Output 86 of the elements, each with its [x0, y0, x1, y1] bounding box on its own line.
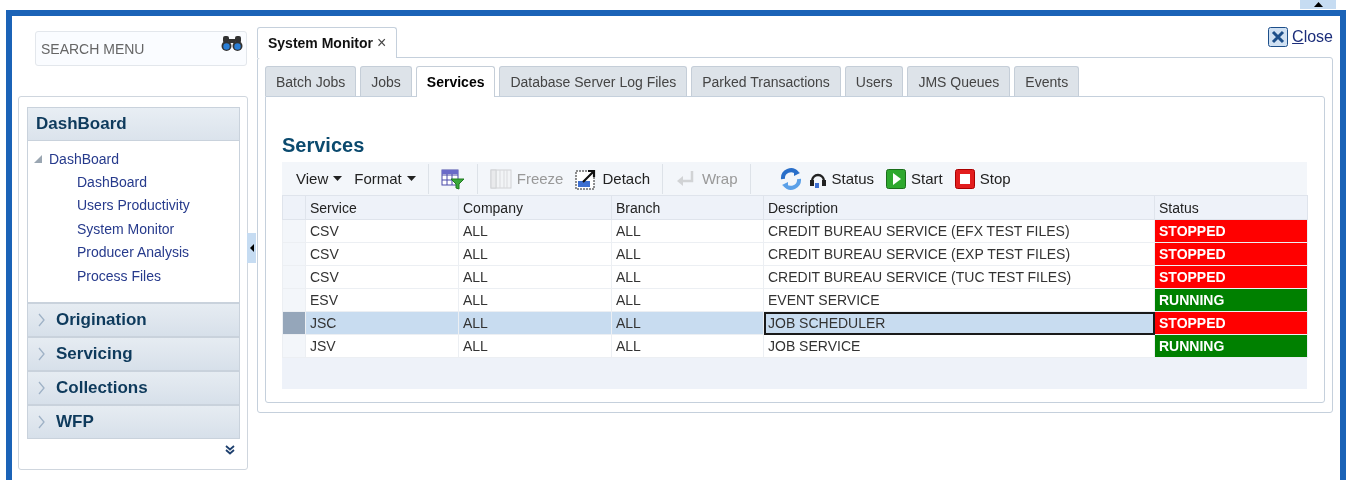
table-cell: JOB SCHEDULER	[763, 311, 1155, 335]
table-cell: EVENT SERVICE	[763, 288, 1155, 312]
tab[interactable]: Database Server Log Files	[499, 66, 688, 96]
menu-link[interactable]: Process Files	[77, 267, 162, 284]
table-cell: JSV	[305, 334, 459, 358]
toolbar-button[interactable]: Stop	[948, 165, 1017, 192]
table-cell: CSV	[305, 242, 459, 266]
table-cell: ALL	[458, 334, 612, 358]
table-row[interactable]: CSV ALL ALL CREDIT BUREAU SERVICE (EFX TEST FILES) STOPPED	[282, 219, 1308, 243]
table-cell: ALL	[458, 311, 612, 335]
tree-node[interactable]: DashBoard	[49, 150, 120, 167]
section-header[interactable]: Collections	[27, 370, 240, 405]
table-cell: CREDIT BUREAU SERVICE (EXP TEST FILES)	[763, 242, 1155, 266]
up-triangle-icon	[1313, 2, 1323, 7]
panel-title: Services	[282, 134, 366, 158]
column-header[interactable]: Branch	[611, 195, 764, 220]
tab[interactable]: Events	[1014, 66, 1080, 96]
table-cell: ESV	[305, 288, 459, 312]
column-header[interactable]: Description	[763, 195, 1155, 220]
stop-icon	[954, 168, 975, 189]
play-icon	[886, 168, 907, 189]
table-cell: CSV	[305, 219, 459, 243]
freeze-columns-icon	[489, 168, 512, 189]
refresh-icon	[778, 166, 803, 191]
detach-icon	[575, 167, 598, 190]
table-cell: CSV	[305, 265, 459, 289]
table-cell: ALL	[458, 288, 612, 312]
section-header[interactable]: Origination	[27, 302, 240, 337]
status-cell: RUNNING	[1154, 334, 1308, 358]
toolbar-button[interactable]: Status	[802, 165, 881, 192]
table-row[interactable]: CSV ALL ALL CREDIT BUREAU SERVICE (EXP TEST FILES) STOPPED	[282, 242, 1308, 266]
section-header[interactable]: DashBoard	[27, 107, 240, 141]
tab[interactable]: Services	[415, 66, 496, 97]
menu-button[interactable]: Format	[348, 165, 422, 192]
status-cell: STOPPED	[1154, 311, 1308, 335]
table-cell: ALL	[458, 242, 612, 266]
table-cell: ALL	[458, 265, 612, 289]
column-header[interactable]: Service	[305, 195, 459, 220]
menu-link[interactable]: System Monitor	[77, 220, 175, 237]
table-cell: ALL	[458, 219, 612, 243]
close-icon	[1268, 27, 1289, 47]
close-tab-button[interactable]: ×	[377, 34, 387, 52]
tab[interactable]: Batch Jobs	[265, 66, 357, 96]
menu-button[interactable]: View	[290, 165, 349, 192]
section-header[interactable]: WFP	[27, 404, 240, 439]
collapse-handle[interactable]	[247, 233, 256, 263]
toolbar-button[interactable]: Detach	[569, 165, 656, 192]
table-cell: JOB SERVICE	[763, 334, 1155, 358]
table-cell: CREDIT BUREAU SERVICE (TUC TEST FILES)	[763, 265, 1155, 289]
menu-link[interactable]: Producer Analysis	[77, 244, 190, 261]
column-header[interactable]: Company	[458, 195, 612, 220]
table-cell: ALL	[611, 334, 764, 358]
table-row[interactable]: JSV ALL ALL JOB SERVICE RUNNING	[282, 334, 1308, 358]
table-filter-icon	[440, 167, 465, 190]
caret-icon	[333, 176, 343, 181]
column-header[interactable]: Status	[1154, 195, 1308, 220]
table-cell: ALL	[611, 219, 764, 243]
table-cell: ALL	[611, 311, 764, 335]
table-cell: JSC	[305, 311, 459, 335]
table-cell: ALL	[611, 265, 764, 289]
search-field[interactable]: SEARCH MENU	[35, 31, 247, 66]
menu-link[interactable]: DashBoard	[77, 173, 148, 190]
table-row[interactable]: JSC ALL ALL JOB SCHEDULER STOPPED	[282, 311, 1308, 335]
tab[interactable]: Users	[844, 66, 904, 96]
status-cell: STOPPED	[1154, 242, 1308, 266]
status-cell: STOPPED	[1154, 219, 1308, 243]
table-row[interactable]: ESV ALL ALL EVENT SERVICE RUNNING	[282, 288, 1308, 312]
table-cell: ALL	[611, 288, 764, 312]
tab[interactable]: Jobs	[360, 66, 412, 96]
document-tab[interactable]: System Monitor ×	[257, 27, 398, 58]
status-cell: RUNNING	[1154, 288, 1308, 312]
table-cell: ALL	[611, 242, 764, 266]
tab[interactable]: JMS Queues	[907, 66, 1011, 96]
menu-link[interactable]: Users Productivity	[77, 197, 190, 214]
status-cell: STOPPED	[1154, 265, 1308, 289]
close-link[interactable]: Close	[1268, 27, 1333, 47]
left-triangle-icon	[249, 244, 254, 252]
binoculars-icon	[221, 34, 243, 52]
double-chevron-down-icon	[225, 444, 235, 455]
caret-icon	[406, 176, 416, 181]
tab[interactable]: Parked Transactions	[691, 66, 841, 96]
scroll-up-button[interactable]	[1300, 0, 1336, 9]
section-header[interactable]: Servicing	[27, 336, 240, 371]
table-cell: CREDIT BUREAU SERVICE (EFX TEST FILES)	[763, 219, 1155, 243]
toolbar-button[interactable]: Start	[880, 165, 949, 192]
table-row[interactable]: CSV ALL ALL CREDIT BUREAU SERVICE (TUC TEST FILES) STOPPED	[282, 265, 1308, 289]
